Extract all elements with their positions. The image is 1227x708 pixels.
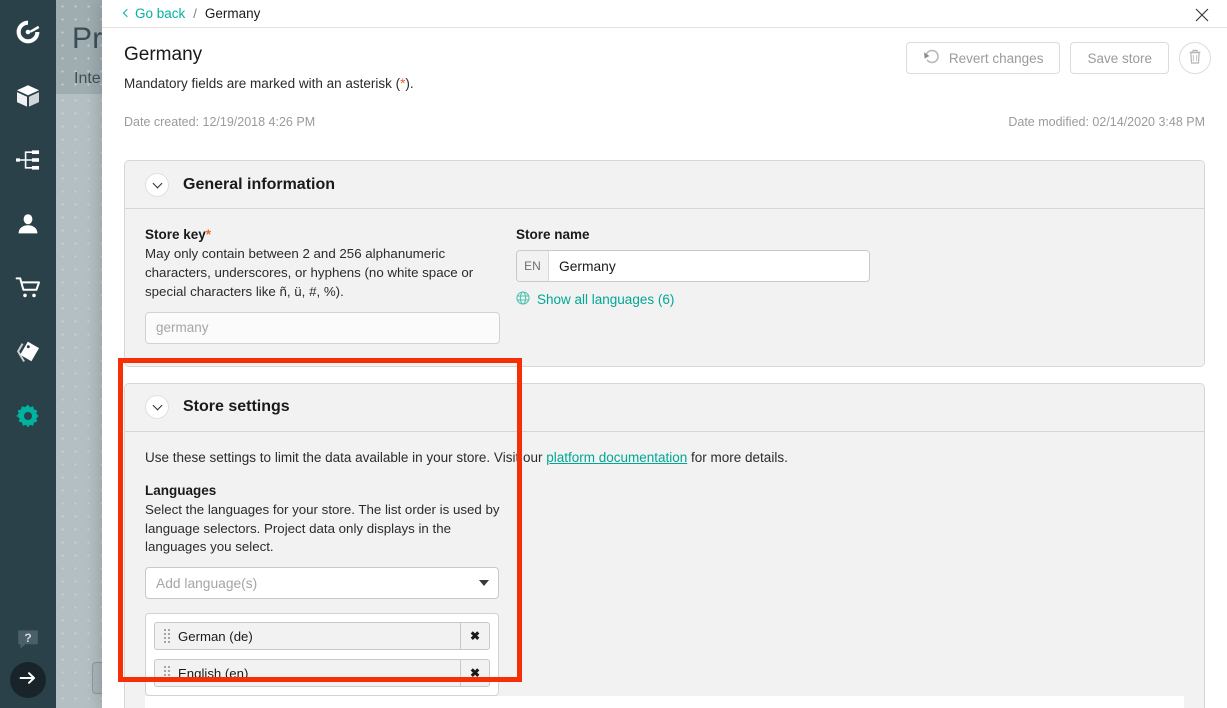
mandatory-note-before: Mandatory fields are marked with an aste… xyxy=(124,76,400,91)
general-information-header[interactable]: General information xyxy=(125,161,1204,209)
selected-languages-list: German (de) ✖ English (en) ✖ xyxy=(145,613,499,696)
drag-handle-icon[interactable] xyxy=(164,629,170,643)
breadcrumb: Go back / Germany xyxy=(124,6,260,21)
revert-changes-button[interactable]: Revert changes xyxy=(906,42,1061,74)
tags-icon xyxy=(15,339,41,365)
remove-language-button[interactable]: ✖ xyxy=(460,622,490,650)
add-language-select[interactable]: Add language(s) xyxy=(145,567,499,599)
chevron-left-icon xyxy=(123,9,131,17)
gear-icon xyxy=(15,403,41,429)
store-key-label: Store key* xyxy=(145,227,500,242)
globe-icon xyxy=(516,291,530,308)
sidebar-item-dashboard[interactable] xyxy=(0,12,56,52)
close-icon xyxy=(1191,4,1213,26)
platform-documentation-link[interactable]: platform documentation xyxy=(546,450,687,465)
store-settings-description-after: for more details. xyxy=(687,450,788,465)
revert-changes-label: Revert changes xyxy=(949,51,1044,66)
sidebar-item-help[interactable]: ? xyxy=(0,620,56,660)
list-item[interactable]: German (de) ✖ xyxy=(154,622,490,650)
store-name-input[interactable] xyxy=(549,251,869,281)
date-created: Date created: 12/19/2018 4:26 PM xyxy=(124,115,315,129)
store-key-field: Store key* May only contain between 2 an… xyxy=(145,227,500,344)
remove-language-button[interactable]: ✖ xyxy=(460,659,490,687)
mandatory-note: Mandatory fields are marked with an aste… xyxy=(124,76,1205,91)
store-detail-modal: Go back / Germany Germany Mandatory fiel… xyxy=(102,0,1227,708)
trash-icon xyxy=(1187,48,1203,68)
category-tree-icon xyxy=(15,147,41,173)
store-key-help: May only contain between 2 and 256 alpha… xyxy=(145,245,500,302)
language-item-main[interactable]: German (de) xyxy=(154,622,460,650)
sidebar-item-customers[interactable] xyxy=(0,204,56,244)
svg-text:?: ? xyxy=(24,631,31,645)
breadcrumb-current: Germany xyxy=(205,6,261,21)
chevron-down-icon[interactable] xyxy=(145,173,169,197)
store-key-required-mark: * xyxy=(206,227,211,242)
chevron-down-icon[interactable] xyxy=(145,395,169,419)
store-key-label-text: Store key xyxy=(145,227,206,242)
language-item-label: English (en) xyxy=(178,666,248,681)
store-name-label: Store name xyxy=(516,227,1184,242)
store-key-input[interactable] xyxy=(145,312,500,344)
modal-header: Germany Mandatory fields are marked with… xyxy=(102,28,1227,91)
sidebar-item-categories[interactable] xyxy=(0,140,56,180)
close-button[interactable] xyxy=(1191,4,1213,26)
list-item[interactable]: English (en) ✖ xyxy=(154,659,490,687)
save-store-button[interactable]: Save store xyxy=(1070,42,1169,74)
modal-topbar: Go back / Germany xyxy=(102,0,1227,28)
store-settings-description-before: Use these settings to limit the data ava… xyxy=(145,450,546,465)
store-settings-description: Use these settings to limit the data ava… xyxy=(145,450,1184,465)
logo-icon xyxy=(15,19,41,45)
chevron-down-icon xyxy=(479,580,489,586)
locale-prefix: EN xyxy=(517,251,549,281)
sidebar-item-products[interactable] xyxy=(0,76,56,116)
general-information-body: Store key* May only contain between 2 an… xyxy=(125,209,1204,366)
languages-help: Select the languages for your store. The… xyxy=(145,501,500,558)
breadcrumb-separator: / xyxy=(191,6,199,21)
add-language-select-value[interactable]: Add language(s) xyxy=(145,567,499,599)
language-item-main[interactable]: English (en) xyxy=(154,659,460,687)
customer-icon xyxy=(15,211,41,237)
modal-body: General information Store key* May only … xyxy=(102,160,1227,708)
show-all-languages-link[interactable]: Show all languages (6) xyxy=(516,291,674,308)
store-settings-body: Use these settings to limit the data ava… xyxy=(125,432,1204,708)
drag-handle-icon[interactable] xyxy=(164,666,170,680)
expand-menu-button[interactable] xyxy=(10,662,46,698)
general-information-title: General information xyxy=(183,176,335,194)
sidebar-item-orders[interactable] xyxy=(0,268,56,308)
box-icon xyxy=(15,83,41,109)
screen-root: Pro Inte 2 xyxy=(0,0,1227,708)
help-icon: ? xyxy=(15,627,41,653)
delete-store-button[interactable] xyxy=(1179,42,1211,74)
date-modified: Date modified: 02/14/2020 3:48 PM xyxy=(1008,115,1205,129)
language-item-label: German (de) xyxy=(178,629,253,644)
cart-icon xyxy=(15,275,41,301)
mandatory-note-after: ). xyxy=(405,76,413,91)
general-information-card: General information Store key* May only … xyxy=(124,160,1205,367)
save-store-label: Save store xyxy=(1087,51,1152,66)
sidebar-item-settings[interactable] xyxy=(0,396,56,436)
show-all-languages-label: Show all languages (6) xyxy=(537,292,674,307)
background-page-subtitle: Inte xyxy=(74,70,101,88)
go-back-label: Go back xyxy=(135,6,185,21)
store-settings-title: Store settings xyxy=(183,398,290,416)
sidebar: ? xyxy=(0,0,56,708)
languages-label: Languages xyxy=(145,483,1184,498)
arrow-right-icon xyxy=(18,668,38,693)
header-actions: Revert changes Save store xyxy=(906,42,1211,74)
store-settings-card: Store settings Use these settings to lim… xyxy=(124,383,1205,708)
store-settings-header[interactable]: Store settings xyxy=(125,384,1204,432)
dates-row: Date created: 12/19/2018 4:26 PM Date mo… xyxy=(102,107,1227,137)
languages-field: Languages Select the languages for your … xyxy=(145,483,1184,708)
go-back-link[interactable]: Go back xyxy=(124,6,185,21)
store-name-field: Store name EN xyxy=(516,227,1184,344)
sidebar-item-discounts[interactable] xyxy=(0,332,56,372)
store-name-input-group: EN xyxy=(516,250,870,282)
revert-icon xyxy=(923,49,941,68)
languages-panel-spacer xyxy=(145,696,1184,708)
